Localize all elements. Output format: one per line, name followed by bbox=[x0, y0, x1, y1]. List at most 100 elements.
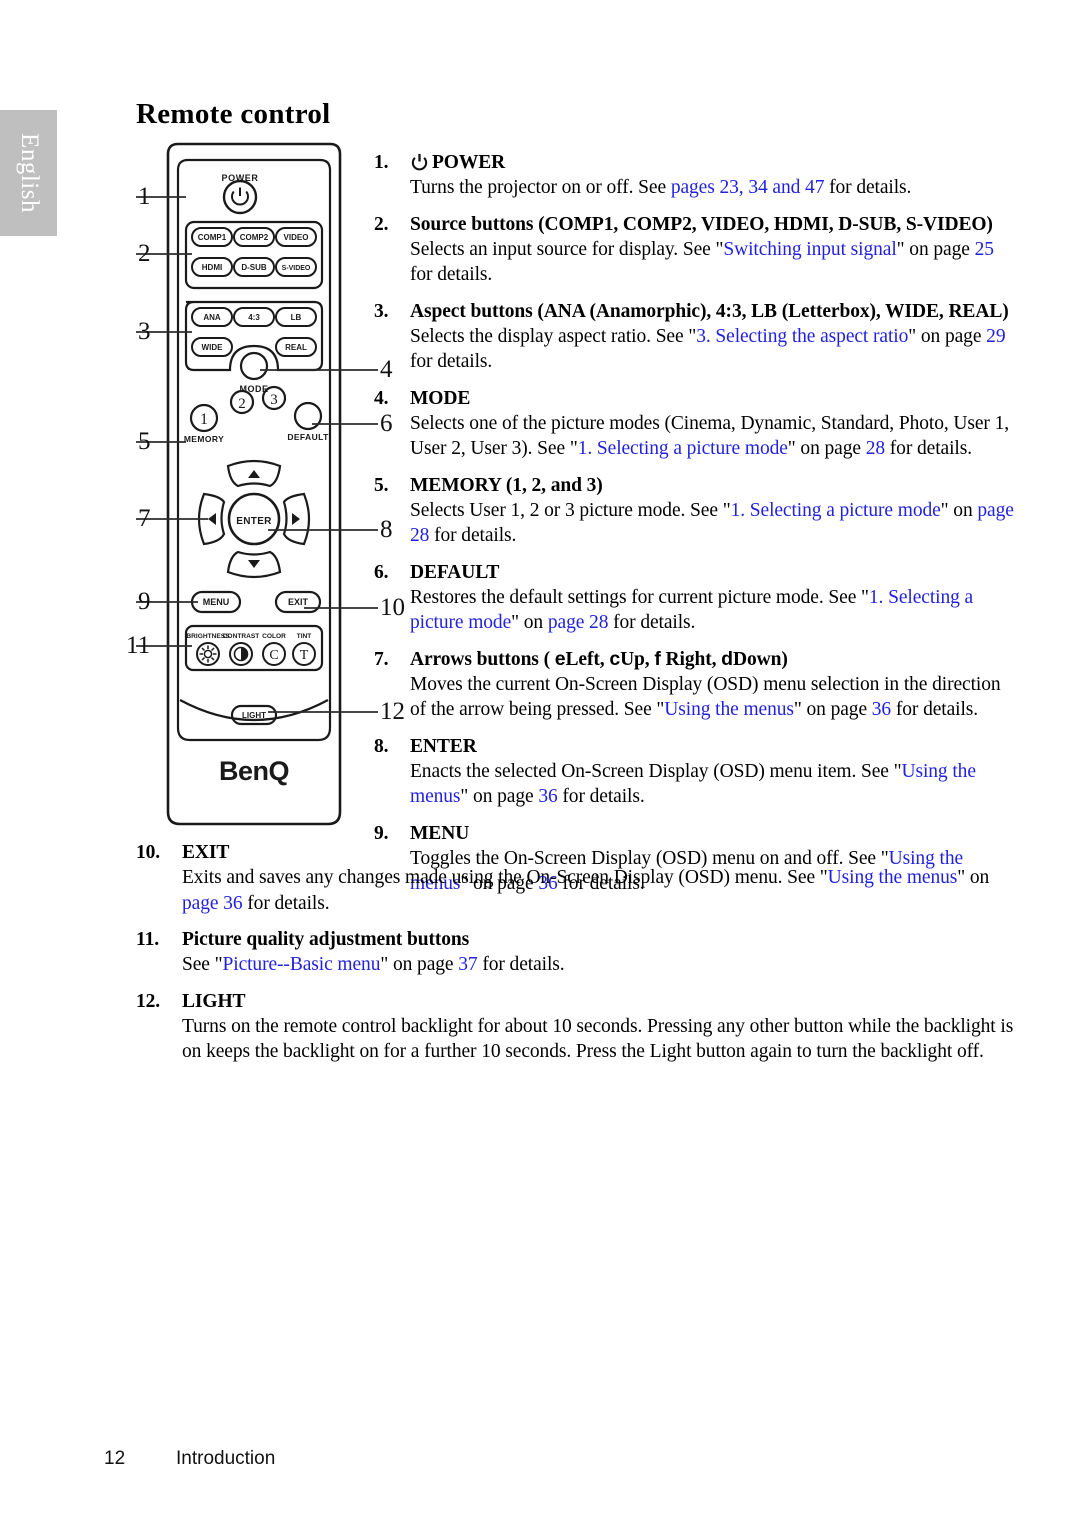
body-text: Exits and saves any changes made using t… bbox=[182, 867, 828, 888]
cross-reference-link[interactable]: 25 bbox=[975, 239, 994, 260]
body-text: for details. bbox=[891, 699, 979, 720]
body-text: " on bbox=[940, 499, 978, 521]
description-item-heading: 5. MEMORY (1, 2, and 3) bbox=[374, 473, 1019, 498]
heading-text: ENTER bbox=[410, 735, 477, 757]
body-text: " on page bbox=[787, 438, 866, 459]
description-item-body: Restores the default settings for curren… bbox=[374, 585, 1019, 636]
body-text: for details. bbox=[608, 612, 696, 633]
cross-reference-link[interactable]: 1. Selecting a picture mode bbox=[731, 500, 941, 521]
description-item: 11. Picture quality adjustment buttons See… bbox=[136, 927, 1020, 978]
description-item: 5. MEMORY (1, 2, and 3) Selects User 1, 2 … bbox=[374, 473, 1019, 549]
description-item-number: 5. bbox=[374, 474, 389, 496]
description-item-number: 1. bbox=[374, 152, 389, 173]
cross-reference-link[interactable]: 1. Selecting a picture mode bbox=[578, 438, 788, 459]
source-button-dsub-label: D-SUB bbox=[241, 263, 267, 272]
description-item-body: Turns on the remote control backlight fo… bbox=[136, 1014, 1020, 1065]
heading-text: Right, bbox=[660, 648, 722, 670]
arrow-glyph: e bbox=[554, 647, 566, 670]
default-button[interactable] bbox=[293, 401, 323, 431]
description-item: 4. MODE Selects one of the picture modes (… bbox=[374, 386, 1019, 462]
description-item-number: 7. bbox=[374, 648, 389, 670]
arrow-glyph: c bbox=[609, 647, 621, 670]
body-text: " on page bbox=[460, 786, 539, 807]
cross-reference-link[interactable]: 29 bbox=[986, 326, 1005, 347]
callout-number-1: 1 bbox=[138, 183, 151, 210]
language-tab: English bbox=[0, 110, 57, 236]
description-item-number: 11. bbox=[136, 929, 159, 950]
description-item: 6. DEFAULT Restores the default settings f… bbox=[374, 560, 1019, 636]
heading-text: Source buttons (COMP1, COMP2, VIDEO, HDM… bbox=[410, 213, 993, 235]
remote-button-description-list: 1. POWER Turns the projector on or off. Se… bbox=[374, 150, 1019, 908]
aspect-button-ana-label: ANA bbox=[203, 313, 221, 322]
description-item-body: Selects User 1, 2 or 3 picture mode. See… bbox=[374, 498, 1019, 549]
description-item-number: 2. bbox=[374, 213, 389, 235]
cross-reference-link[interactable]: Switching input signal bbox=[723, 239, 896, 260]
color-button[interactable]: C bbox=[262, 642, 286, 666]
description-item-heading: 1. POWER bbox=[374, 150, 1019, 175]
footer-page-number: 12 bbox=[104, 1448, 126, 1469]
description-item-number: 8. bbox=[374, 735, 389, 757]
cross-reference-link[interactable]: 3. Selecting the aspect ratio bbox=[696, 326, 908, 347]
benq-logo: BenQ bbox=[219, 756, 289, 786]
arrow-left-icon bbox=[208, 513, 216, 525]
heading-text: MEMORY (1, 2, and 3) bbox=[410, 474, 603, 496]
description-item: 3. Aspect buttons (ANA (Anamorphic), 4:3,… bbox=[374, 299, 1019, 375]
cross-reference-link[interactable]: 37 bbox=[458, 954, 477, 975]
cross-reference-link[interactable]: page 36 bbox=[182, 893, 243, 914]
body-text: " on page bbox=[793, 699, 872, 720]
cross-reference-link[interactable]: Using the menus bbox=[828, 867, 958, 888]
body-text: for details. bbox=[410, 351, 493, 372]
exit-button-label: EXIT bbox=[288, 597, 309, 607]
body-text: Selects an input source for display. See… bbox=[410, 238, 724, 260]
description-item-heading: 3. Aspect buttons (ANA (Anamorphic), 4:3,… bbox=[374, 299, 1019, 324]
body-text: " on bbox=[957, 867, 990, 888]
contrast-button[interactable] bbox=[229, 642, 253, 666]
heading-text: Picture quality adjustment buttons bbox=[182, 929, 470, 950]
body-text: Turns the projector on or off. See bbox=[410, 177, 671, 198]
callout-number-11: 11 bbox=[126, 632, 151, 659]
body-text: Selects the display aspect ratio. See " bbox=[410, 325, 697, 347]
cross-reference-link[interactable]: Using the menus bbox=[664, 699, 794, 720]
mode-button[interactable] bbox=[239, 351, 269, 381]
half-circle-icon bbox=[233, 646, 249, 662]
body-text: Selects User 1, 2 or 3 picture mode. See… bbox=[410, 499, 731, 521]
power-icon bbox=[231, 187, 249, 206]
default-button-label: DEFAULT bbox=[287, 432, 329, 442]
brightness-button[interactable] bbox=[196, 642, 220, 666]
body-text: for details. bbox=[242, 892, 330, 914]
heading-text: Left, bbox=[565, 648, 610, 670]
cross-reference-link[interactable]: 36 bbox=[538, 786, 557, 807]
cross-reference-link[interactable]: Picture--Basic menu bbox=[223, 954, 381, 975]
arrow-glyph: d bbox=[721, 647, 733, 670]
remote-control-diagram: POWER COMP1 COMP2 VIDEO HDMI D-SUB S-VID… bbox=[126, 140, 405, 840]
default-button-group: DEFAULT bbox=[287, 401, 329, 442]
arrow-down-icon bbox=[248, 560, 260, 568]
navigation-cluster: ENTER bbox=[197, 459, 311, 579]
source-button-svideo-label: S-VIDEO bbox=[282, 265, 311, 272]
power-button[interactable] bbox=[222, 179, 258, 215]
description-item-heading: 4. MODE bbox=[374, 386, 1019, 411]
cross-reference-link[interactable]: page 28 bbox=[548, 612, 609, 633]
aspect-button-real-label: REAL bbox=[285, 343, 307, 352]
body-text: " on page bbox=[908, 325, 987, 347]
page-title: Remote control bbox=[136, 98, 331, 130]
source-button-hdmi-label: HDMI bbox=[202, 263, 222, 272]
cross-reference-link[interactable]: pages 23, 34 and 47 bbox=[671, 177, 825, 198]
description-item: 12. LIGHT Turns on the remote control back… bbox=[136, 989, 1020, 1065]
heading-text: LIGHT bbox=[182, 990, 246, 1012]
color-button-label: COLOR bbox=[262, 633, 286, 640]
heading-text: Aspect buttons (ANA (Anamorphic), 4:3, L… bbox=[410, 300, 1009, 322]
cross-reference-link[interactable]: 36 bbox=[872, 699, 891, 720]
cross-reference-link[interactable]: 28 bbox=[866, 438, 885, 459]
description-item-body: Selects an input source for display. See… bbox=[374, 237, 1019, 288]
light-button-group: LIGHT bbox=[230, 704, 278, 726]
description-item: 1. POWER Turns the projector on or off. Se… bbox=[374, 150, 1019, 201]
page-footer: 12 Introduction bbox=[104, 1448, 275, 1470]
body-text: for details. bbox=[557, 786, 645, 807]
tint-button[interactable]: T bbox=[292, 642, 316, 666]
mode-button-group: MODE bbox=[239, 351, 269, 394]
callout-number-2: 2 bbox=[138, 240, 151, 267]
heading-text: DEFAULT bbox=[410, 561, 500, 583]
power-icon bbox=[410, 152, 429, 171]
arrow-up-icon bbox=[248, 470, 260, 478]
